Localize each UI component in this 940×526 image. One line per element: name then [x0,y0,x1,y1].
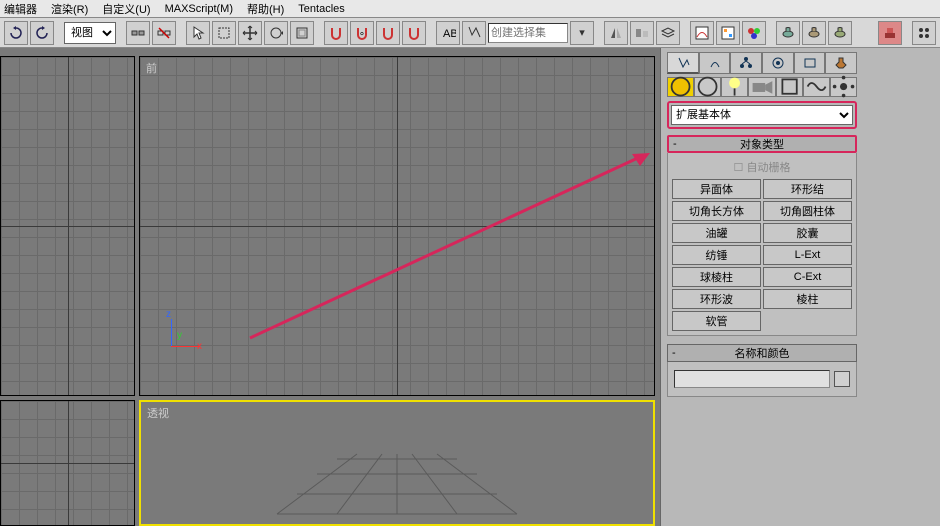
tab-hierarchy[interactable] [730,52,762,74]
tab-utilities[interactable] [825,52,857,74]
select-button[interactable] [186,21,210,45]
quick-render-button[interactable] [828,21,852,45]
cat-geometry[interactable] [667,77,694,97]
material-editor-button[interactable] [742,21,766,45]
cat-lights[interactable] [721,77,748,97]
angle-snap-toggle[interactable]: ° [350,21,374,45]
object-color-swatch[interactable] [834,371,850,387]
view-dropdown[interactable]: 视图 [64,22,116,44]
btn-chamfer-box[interactable]: 切角长方体 [672,201,761,221]
menu-editor[interactable]: 编辑器 [4,1,37,17]
subtype-dropdown[interactable]: 扩展基本体 [671,105,853,125]
btn-c-ext[interactable]: C-Ext [763,267,852,287]
viewport-area: 前 z x y 透视 [0,48,660,526]
unlink-button[interactable] [152,21,176,45]
selection-filter-button[interactable] [462,21,486,45]
layer-button[interactable] [656,21,680,45]
spinner-snap-toggle[interactable] [402,21,426,45]
btn-hose[interactable]: 软管 [672,311,761,331]
select-rect-button[interactable] [212,21,236,45]
mirror-button[interactable] [604,21,628,45]
selection-set-input[interactable] [488,23,568,43]
subtype-dropdown-highlight: 扩展基本体 [667,101,857,129]
btn-oil-tank[interactable]: 油罐 [672,223,761,243]
cat-spacewarps[interactable] [803,77,830,97]
render-setup-button[interactable] [776,21,800,45]
svg-text:°: ° [360,31,364,41]
main-toolbar: 视图 ° ABC ▾ [0,18,940,48]
reactor-button[interactable] [878,21,902,45]
viewport-label-front: 前 [146,60,157,76]
rollout-object-type-header[interactable]: - 对象类型 [667,135,857,153]
auto-grid-checkbox[interactable]: ☐ 自动栅格 [672,157,852,179]
align-button[interactable] [630,21,654,45]
perspective-grid [217,414,577,524]
btn-hedra[interactable]: 异面体 [672,179,761,199]
create-category-row [667,77,857,97]
viewport-top[interactable] [0,56,135,396]
tab-display[interactable] [794,52,826,74]
link-button[interactable] [126,21,150,45]
selection-set-dropdown[interactable]: ▾ [570,21,594,45]
axis-gizmo: z x y [163,315,203,355]
select-move-button[interactable] [238,21,262,45]
undo-button[interactable] [4,21,28,45]
viewport-front[interactable]: 前 z x y [139,56,655,396]
menu-render[interactable]: 渲染(R) [51,1,88,17]
btn-prism[interactable]: 棱柱 [763,289,852,309]
extra-button[interactable] [912,21,936,45]
rollout-name-color-body [667,362,857,397]
btn-torus-knot[interactable]: 环形结 [763,179,852,199]
command-panel: 扩展基本体 - 对象类型 ☐ 自动栅格 异面体 环形结 切角长方体 切角圆柱体 … [660,48,940,526]
btn-gengon[interactable]: 球棱柱 [672,267,761,287]
schematic-view-button[interactable] [716,21,740,45]
select-scale-button[interactable] [290,21,314,45]
btn-spindle[interactable]: 纺锤 [672,245,761,265]
menu-bar: 编辑器 渲染(R) 自定义(U) MAXScript(M) 帮助(H) Tent… [0,0,940,18]
select-rotate-button[interactable] [264,21,288,45]
cat-cameras[interactable] [748,77,775,97]
btn-chamfer-cyl[interactable]: 切角圆柱体 [763,201,852,221]
curve-editor-button[interactable] [690,21,714,45]
viewport-perspective[interactable]: 透视 [139,400,655,526]
btn-ring-wave[interactable]: 环形波 [672,289,761,309]
render-frame-button[interactable] [802,21,826,45]
menu-maxscript[interactable]: MAXScript(M) [165,3,233,15]
rollout-name-color-header[interactable]: - 名称和颜色 [667,344,857,362]
rollout-object-type-body: ☐ 自动栅格 异面体 环形结 切角长方体 切角圆柱体 油罐 胶囊 纺锤 L-Ex… [667,153,857,336]
cat-systems[interactable] [830,77,857,97]
snap-toggle[interactable] [324,21,348,45]
cat-shapes[interactable] [694,77,721,97]
named-selection-button[interactable]: ABC [436,21,460,45]
btn-capsule[interactable]: 胶囊 [763,223,852,243]
menu-tentacles[interactable]: Tentacles [298,3,344,15]
menu-help[interactable]: 帮助(H) [247,1,284,17]
redo-button[interactable] [30,21,54,45]
command-panel-tabs [667,52,857,74]
cat-helpers[interactable] [776,77,803,97]
btn-l-ext[interactable]: L-Ext [763,245,852,265]
tab-modify[interactable] [699,52,731,74]
tab-create[interactable] [667,52,699,74]
tab-motion[interactable] [762,52,794,74]
viewport-left[interactable] [0,400,135,526]
menu-customize[interactable]: 自定义(U) [102,1,150,17]
svg-text:ABC: ABC [443,28,456,40]
percent-snap-toggle[interactable] [376,21,400,45]
viewport-label-perspective: 透视 [147,405,169,421]
object-name-input[interactable] [674,370,830,388]
